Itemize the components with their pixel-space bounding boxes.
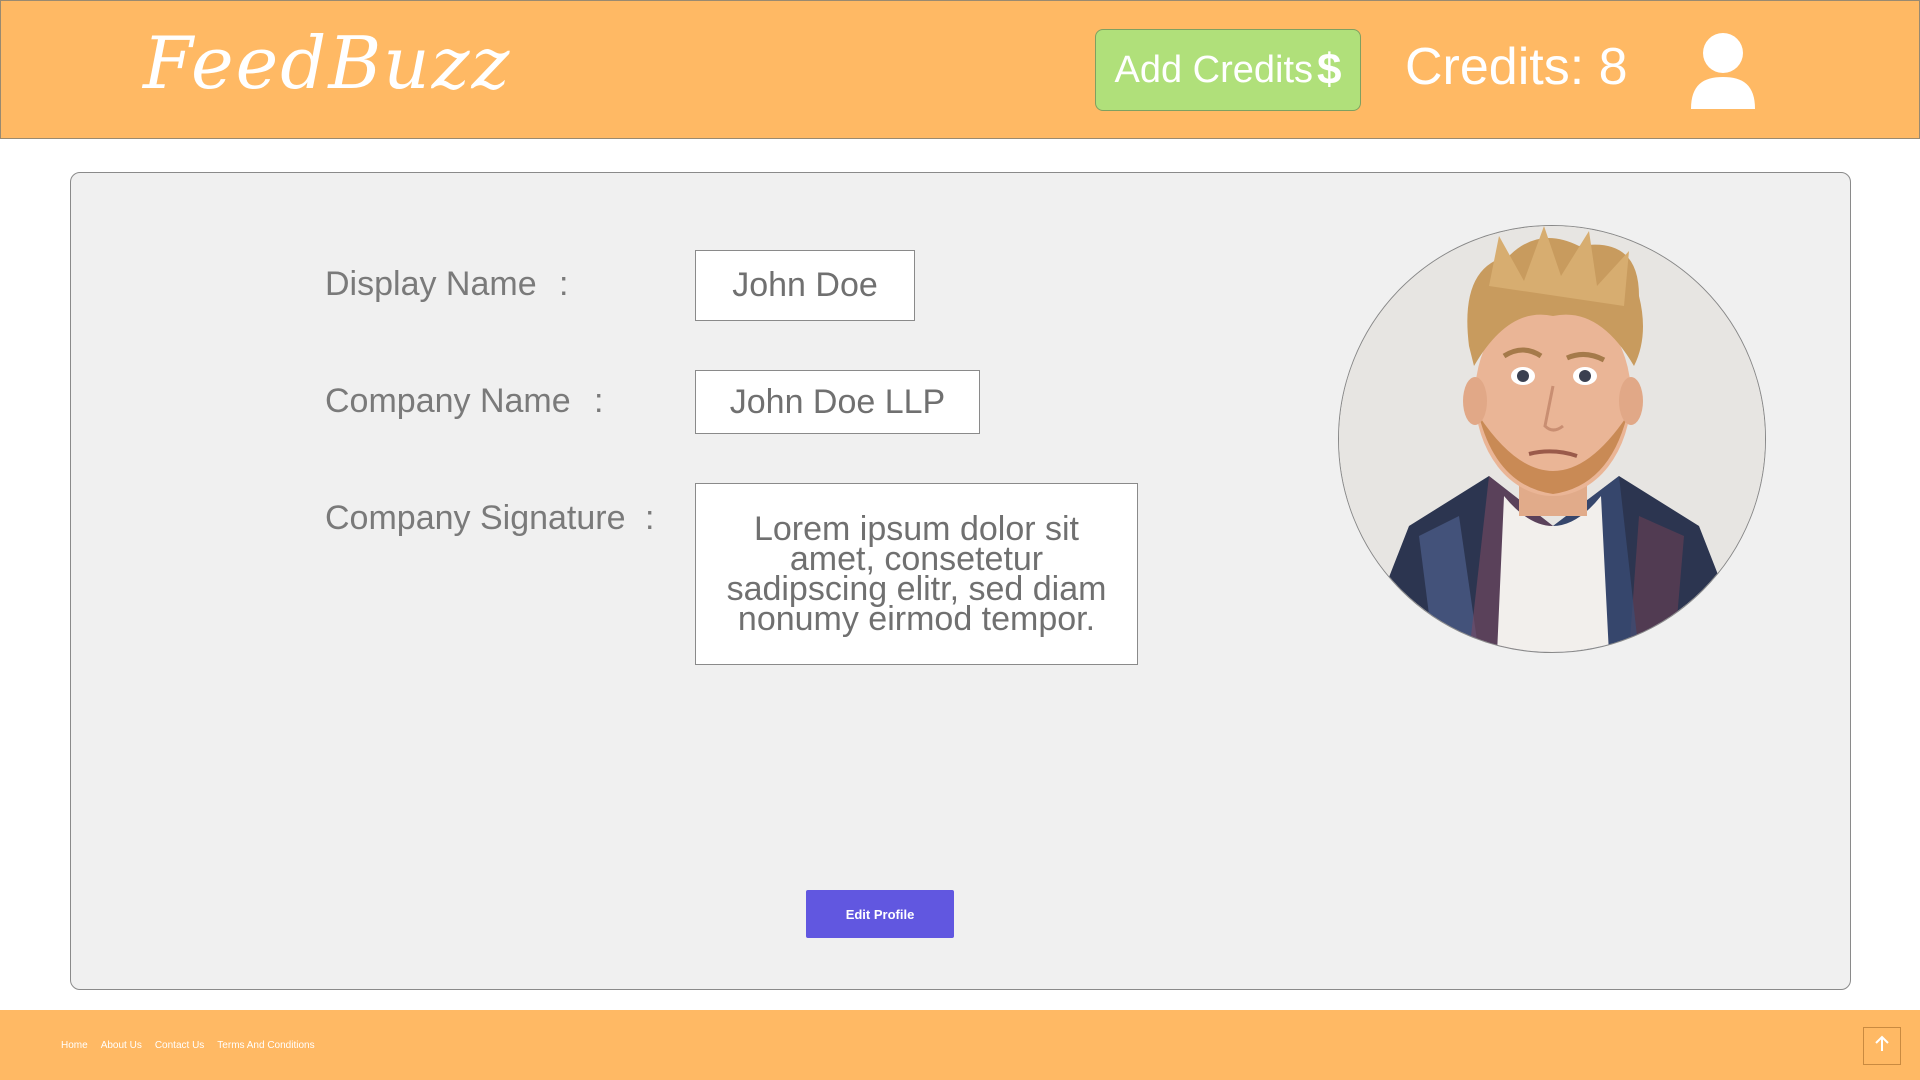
display-name-label: Display Name : bbox=[325, 265, 568, 304]
edit-profile-button[interactable]: Edit Profile bbox=[806, 890, 954, 938]
company-signature-value: Lorem ipsum dolor sit amet, consetetur s… bbox=[726, 510, 1107, 638]
footer-link-terms[interactable]: Terms And Conditions bbox=[217, 1040, 314, 1051]
company-name-value: John Doe LLP bbox=[729, 382, 946, 421]
company-signature-field[interactable]: Lorem ipsum dolor sit amet, consetetur s… bbox=[695, 483, 1138, 665]
user-icon[interactable] bbox=[1687, 31, 1759, 111]
profile-avatar[interactable] bbox=[1338, 225, 1766, 653]
add-credits-label: Add Credits bbox=[1114, 48, 1314, 91]
separator: : bbox=[645, 499, 655, 537]
company-name-label: Company Name : bbox=[325, 382, 603, 421]
footer-link-about[interactable]: About Us bbox=[101, 1040, 142, 1051]
company-name-label-text: Company Name bbox=[325, 382, 571, 420]
brand-logo[interactable]: FeedBuzz bbox=[143, 21, 511, 105]
company-signature-label: Company Signature : bbox=[325, 499, 654, 538]
dollar-icon: $ bbox=[1317, 45, 1342, 94]
header-bar: FeedBuzz Add Credits $ Credits: 8 bbox=[0, 0, 1920, 139]
company-name-field[interactable]: John Doe LLP bbox=[695, 370, 980, 434]
display-name-value: John Doe bbox=[732, 266, 878, 304]
credits-count: Credits: 8 bbox=[1405, 38, 1628, 96]
arrow-up-icon bbox=[1873, 1035, 1891, 1058]
footer-link-contact[interactable]: Contact Us bbox=[155, 1040, 204, 1051]
company-signature-label-text: Company Signature bbox=[325, 499, 626, 537]
display-name-field[interactable]: John Doe bbox=[695, 250, 915, 321]
separator: : bbox=[594, 382, 604, 420]
footer-nav: Home About Us Contact Us Terms And Condi… bbox=[61, 1040, 315, 1051]
footer: Home About Us Contact Us Terms And Condi… bbox=[0, 1010, 1920, 1080]
scroll-top-button[interactable] bbox=[1863, 1027, 1901, 1065]
add-credits-button[interactable]: Add Credits $ bbox=[1095, 29, 1361, 111]
display-name-label-text: Display Name bbox=[325, 265, 537, 303]
footer-link-home[interactable]: Home bbox=[61, 1040, 88, 1051]
profile-card: Display Name : John Doe Company Name : J… bbox=[70, 172, 1851, 990]
separator: : bbox=[559, 265, 569, 303]
